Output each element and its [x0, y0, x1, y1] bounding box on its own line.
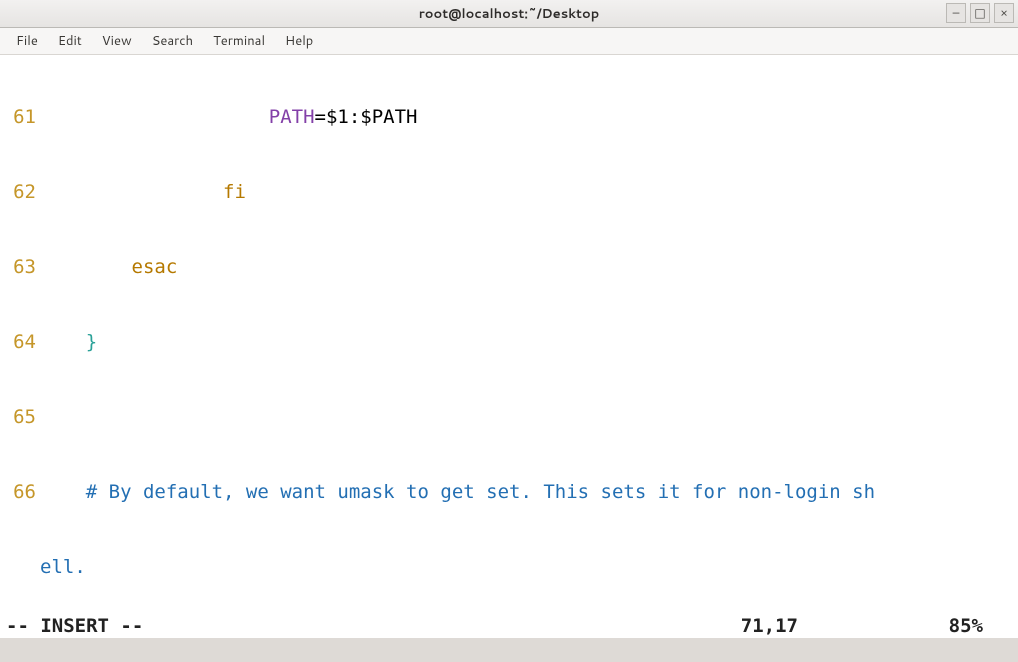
vim-cursor-pos: 71,17: [741, 614, 798, 639]
menubar: File Edit View Search Terminal Help: [0, 28, 1018, 55]
menu-file[interactable]: File: [6, 28, 48, 54]
terminal-editor[interactable]: 61 PATH=$1:$PATH 62 fi 63 esac 64 } 65 6…: [0, 55, 1018, 638]
close-button[interactable]: ×: [994, 3, 1014, 23]
minimize-button[interactable]: –: [946, 3, 966, 23]
window-titlebar: root@localhost:~/Desktop – □ ×: [0, 0, 1018, 28]
menu-terminal[interactable]: Terminal: [203, 28, 275, 54]
menu-help[interactable]: Help: [275, 28, 323, 54]
vim-status-line: -- INSERT -- 71,17 85%: [0, 614, 1018, 638]
code-line: 64 }: [0, 330, 1018, 355]
maximize-button[interactable]: □: [970, 3, 990, 23]
code-line: 65: [0, 405, 1018, 430]
code-line: 62 fi: [0, 180, 1018, 205]
vim-mode: -- INSERT --: [6, 614, 143, 639]
window-controls: – □ ×: [946, 3, 1014, 23]
code-line: 61 PATH=$1:$PATH: [0, 105, 1018, 130]
menu-view[interactable]: View: [92, 28, 142, 54]
vim-scroll-pct: 85%: [949, 614, 983, 639]
menu-search[interactable]: Search: [142, 28, 203, 54]
code-line: 66 # By default, we want umask to get se…: [0, 480, 1018, 505]
code-line-wrap: ell.: [0, 555, 1018, 580]
window-title: root@localhost:~/Desktop: [419, 5, 600, 23]
code-line: 63 esac: [0, 255, 1018, 280]
menu-edit[interactable]: Edit: [48, 28, 92, 54]
